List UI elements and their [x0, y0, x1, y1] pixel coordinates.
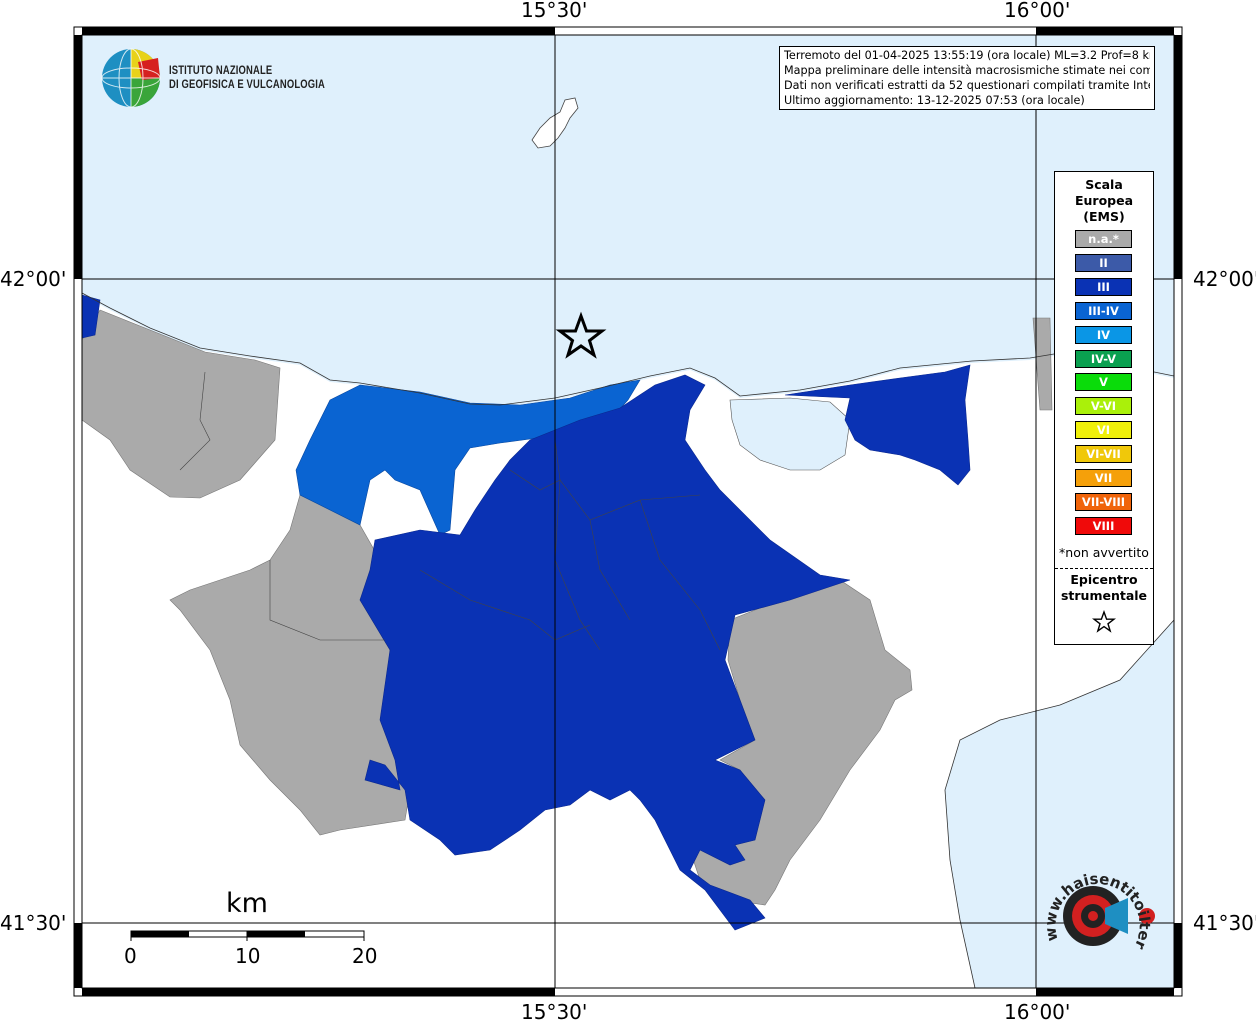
- legend-epicenter-line1: Epicentro: [1070, 572, 1138, 587]
- earthquake-info-box: Terremoto del 01-04-2025 13:55:19 (ora l…: [779, 46, 1155, 110]
- legend-item: n.a.*: [1075, 230, 1132, 248]
- lon-label-bottom-1530: 15°30': [521, 1000, 588, 1024]
- ingv-globe-icon: [101, 48, 161, 108]
- legend-title-line1: Scala: [1085, 177, 1123, 192]
- legend-item: V-VI: [1075, 397, 1132, 416]
- lat-label-right-4130: 41°30': [1193, 911, 1256, 935]
- lon-label-bottom-1600: 16°00': [1004, 1000, 1071, 1024]
- legend-item: VII-VIII: [1075, 492, 1132, 511]
- legend-item: IV-V: [1075, 349, 1132, 368]
- legend-item: IV: [1075, 325, 1132, 344]
- legend-note: *non avvertito: [1059, 545, 1149, 560]
- lat-label-right-4200: 42°00': [1193, 267, 1256, 291]
- legend: Scala Europea (EMS) n.a.* II III III-IV IV IV…: [1054, 171, 1154, 645]
- info-line-description: Mappa preliminare delle intensità macros…: [784, 64, 1150, 77]
- legend-item: III: [1075, 277, 1132, 296]
- legend-epicenter-line2: strumentale: [1060, 588, 1148, 603]
- legend-star-icon: [1092, 610, 1116, 633]
- lat-label-left-4200: 42°00': [0, 267, 67, 291]
- legend-title-line3: (EMS): [1083, 209, 1125, 224]
- legend-item: VII: [1075, 469, 1132, 487]
- info-line-data-source: Dati non verificati estratti da 52 quest…: [784, 79, 1150, 92]
- scale-tick-0: 0: [124, 944, 137, 968]
- legend-item: II: [1075, 253, 1132, 272]
- legend-epicenter-label: Epicentro strumentale: [1055, 572, 1153, 604]
- legend-separator: [1055, 568, 1153, 569]
- scale-tick-10: 10: [235, 944, 261, 968]
- legend-item: VI-VII: [1075, 445, 1132, 464]
- info-line-updated: Ultimo aggiornamento: 13-12-2025 07:53 (…: [784, 94, 1085, 107]
- ingv-logo-text: ISTITUTO NAZIONALE DI GEOFISICA E VULCAN…: [169, 64, 325, 92]
- scale-tick-20: 20: [352, 944, 378, 968]
- lon-label-top-1600: 16°00': [1004, 0, 1071, 22]
- info-line-event: Terremoto del 01-04-2025 13:55:19 (ora l…: [784, 49, 1150, 62]
- lat-label-left-4130: 41°30': [0, 911, 67, 935]
- legend-item: V: [1075, 373, 1132, 392]
- lon-label-top-1530: 15°30': [521, 0, 588, 22]
- legend-title-line2: Europea: [1074, 193, 1134, 208]
- ingv-logo-line2: DI GEOFISICA E VULCANOLOGIA: [169, 79, 326, 91]
- legend-title: Scala Europea (EMS): [1055, 177, 1153, 225]
- scale-unit-label: km: [226, 888, 268, 919]
- legend-item: III-IV: [1075, 301, 1132, 320]
- legend-item: VI: [1075, 421, 1132, 440]
- ingv-logo-line1: ISTITUTO NAZIONALE: [169, 65, 273, 77]
- legend-item: VIII: [1075, 516, 1132, 535]
